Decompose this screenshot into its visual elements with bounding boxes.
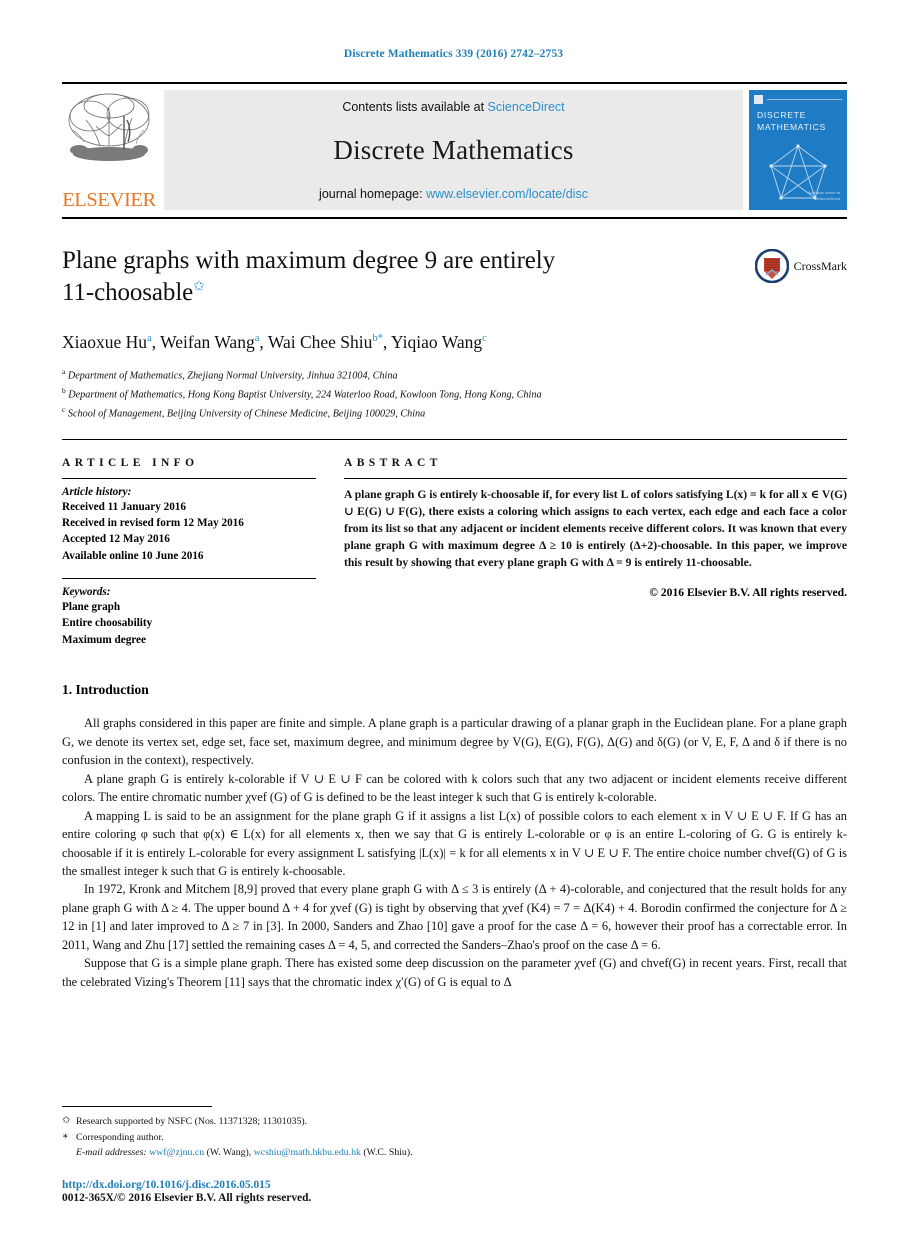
body-paragraph: In 1972, Kronk and Mitchem [8,9] proved …	[62, 882, 847, 952]
elsevier-tree-icon	[66, 90, 152, 178]
corresponding-author-marker[interactable]: *	[378, 333, 383, 344]
keyword-item: Maximum degree	[62, 633, 146, 646]
abstract-text: A plane graph G is entirely k-choosable …	[344, 487, 847, 570]
contents-prefix: Contents lists available at	[342, 100, 488, 114]
body-content: All graphs considered in this paper are …	[62, 714, 847, 991]
affiliation-text-c: School of Management, Beijing University…	[67, 408, 426, 420]
title-block: Plane graphs with maximum degree 9 are e…	[62, 245, 847, 308]
author-affil-mark-0: a	[147, 333, 152, 345]
keywords-top-rule	[62, 578, 316, 580]
keyword-item: Entire choosability	[62, 617, 153, 630]
author-affil-mark-3: c	[482, 333, 487, 345]
affiliation-text-b: Department of Mathematics, Hong Kong Bap…	[68, 389, 542, 401]
journal-title: Discrete Mathematics	[333, 135, 574, 165]
footnote-funding-marker: ✩	[62, 1115, 71, 1127]
article-info-column: ARTICLE INFO Article history: Received 1…	[62, 457, 334, 648]
contents-available-line: Contents lists available at ScienceDirec…	[342, 100, 564, 114]
keywords-block: Keywords: Plane graph Entire choosabilit…	[62, 586, 316, 648]
affiliation-row: c School of Management, Beijing Universi…	[62, 404, 847, 423]
info-abstract-section: ARTICLE INFO Article history: Received 1…	[62, 457, 847, 648]
keywords-title: Keywords:	[62, 586, 111, 599]
author-name-3: Yiqiao Wang	[391, 332, 483, 352]
abstract-top-rule	[344, 477, 847, 479]
running-head: Discrete Mathematics 339 (2016) 2742–275…	[343, 48, 564, 60]
article-info-top-rule	[62, 477, 316, 479]
article-history-block: Article history: Received 11 January 201…	[62, 486, 316, 564]
affiliation-text-a: Department of Mathematics, Zhejiang Norm…	[67, 370, 398, 382]
abstract-copyright: © 2016 Elsevier B.V. All rights reserved…	[649, 585, 847, 599]
crossmark-badge[interactable]: CrossMark	[754, 249, 847, 283]
section-heading-introduction: 1. Introduction	[62, 682, 149, 698]
journal-banner: ELSEVIER Contents lists available at Sci…	[62, 82, 847, 210]
article-history-item: Received 11 January 2016	[62, 500, 186, 513]
doi-link[interactable]: http://dx.doi.org/10.1016/j.disc.2016.05…	[62, 1179, 311, 1191]
cover-topbar	[754, 94, 842, 104]
footnote-rule	[62, 1106, 212, 1108]
footnote-corresponding: ∗ Corresponding author.	[62, 1130, 847, 1145]
article-history-title: Article history:	[62, 485, 132, 498]
page-title: Plane graphs with maximum degree 9 are e…	[62, 245, 702, 308]
paper-page: Discrete Mathematics 339 (2016) 2742–275…	[0, 0, 907, 1238]
email-owner-wang: (W. Wang)	[206, 1146, 249, 1158]
crossmark-icon	[754, 249, 789, 283]
issn-copyright-line: 0012-365X/© 2016 Elsevier B.V. All right…	[62, 1192, 312, 1204]
article-info-heading: ARTICLE INFO	[62, 456, 199, 469]
affiliation-row: a Department of Mathematics, Zhejiang No…	[62, 366, 847, 385]
body-paragraph: A plane graph G is entirely k-colorable …	[62, 771, 847, 805]
elsevier-wordmark: ELSEVIER	[62, 188, 156, 211]
affiliation-divider	[62, 438, 847, 440]
elsevier-logo: ELSEVIER	[62, 90, 160, 210]
affiliation-mark-b: b	[62, 385, 66, 395]
affiliation-mark-a: a	[62, 367, 66, 376]
cover-footer: Available online at ScienceDirect	[808, 190, 840, 202]
bottom-meta: http://dx.doi.org/10.1016/j.disc.2016.05…	[62, 1179, 311, 1204]
email-addresses-label: E-mail addresses:	[76, 1146, 147, 1158]
cover-footer-line2: ScienceDirect	[815, 196, 840, 201]
journal-homepage-link[interactable]: www.elsevier.com/locate/disc	[426, 187, 588, 201]
article-history-item: Available online 10 June 2016	[62, 549, 204, 562]
footnote-emails: E-mail addresses: wwf@zjnu.cn (W. Wang),…	[76, 1146, 413, 1158]
article-history-item: Received in revised form 12 May 2016	[62, 517, 244, 530]
body-paragraph: Suppose that G is a simple plane graph. …	[62, 956, 847, 989]
abstract-column: ABSTRACT A plane graph G is entirely k-c…	[334, 457, 847, 648]
crossmark-label: CrossMark	[793, 258, 847, 273]
title-line-1: Plane graphs with maximum degree 9 are e…	[62, 247, 556, 274]
footnote-corresponding-text: Corresponding author.	[76, 1131, 164, 1143]
homepage-prefix: journal homepage:	[319, 187, 427, 201]
journal-cover-thumbnail: DISCRETE MATHEMATICS Available online at…	[749, 90, 847, 210]
email-owner-shiu: (W.C. Shiu)	[363, 1146, 411, 1158]
sciencedirect-link[interactable]: ScienceDirect	[488, 100, 565, 114]
banner-bottom-rule	[62, 217, 847, 219]
body-paragraph: All graphs considered in this paper are …	[62, 716, 847, 768]
journal-banner-center: Contents lists available at ScienceDirec…	[164, 90, 743, 210]
cover-title-line1: DISCRETE	[757, 110, 807, 120]
affiliation-mark-c: c	[62, 404, 66, 414]
footnote-funding: ✩ Research supported by NSFC (Nos. 11371…	[62, 1114, 847, 1129]
journal-homepage-line: journal homepage: www.elsevier.com/locat…	[319, 187, 588, 201]
footnote-corresponding-marker: ∗	[62, 1130, 69, 1142]
cover-publisher-mark-icon	[754, 94, 763, 104]
title-footnote-marker[interactable]: ✩	[193, 279, 205, 294]
author-affil-mark-1: a	[254, 333, 260, 345]
author-list: Xiaoxue Hua, Weifan Wanga, Wai Chee Shiu…	[62, 332, 487, 352]
title-line-2: 11-choosable	[62, 278, 194, 306]
email-link-shiu[interactable]: wcshiu@math.hkbu.edu.hk	[254, 1147, 361, 1158]
article-history-item: Accepted 12 May 2016	[62, 533, 170, 546]
affiliation-list: a Department of Mathematics, Zhejiang No…	[62, 366, 847, 423]
author-name-1: Weifan Wang	[160, 332, 255, 352]
affiliation-row: b Department of Mathematics, Hong Kong B…	[62, 385, 847, 404]
keyword-item: Plane graph	[62, 601, 121, 614]
author-name-0: Xiaoxue Hu	[62, 332, 148, 352]
body-paragraph: A mapping L is said to be an assignment …	[62, 808, 847, 878]
cover-topbar-rule	[767, 98, 842, 100]
abstract-heading: ABSTRACT	[344, 456, 442, 469]
email-link-wang[interactable]: wwf@zjnu.cn	[149, 1147, 204, 1158]
author-name-2: Wai Chee Shiu	[267, 332, 373, 352]
footnote-area: ✩ Research supported by NSFC (Nos. 11371…	[62, 1106, 847, 1160]
footnote-funding-text: Research supported by NSFC (Nos. 1137132…	[76, 1116, 308, 1128]
